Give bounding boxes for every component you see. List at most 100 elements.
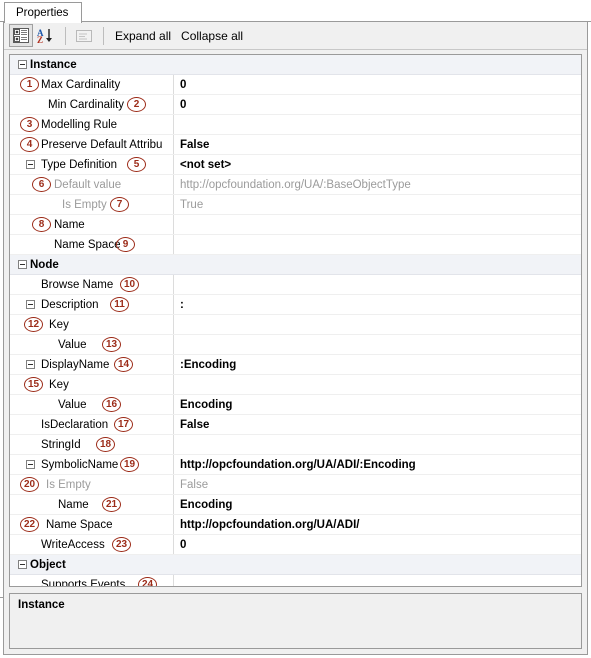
annotation-marker: 23 [112, 537, 131, 552]
property-name: Object [30, 559, 66, 571]
property-value[interactable]: <not set> [180, 155, 231, 175]
property-row[interactable]: Name Space 9 [10, 235, 581, 255]
property-name: Node [30, 259, 59, 271]
property-row[interactable]: Is Empty False 20 [10, 475, 581, 495]
property-row[interactable]: Min Cardinality 0 2 [10, 95, 581, 115]
property-row[interactable]: Name Encoding 21 [10, 495, 581, 515]
collapse-toggle-icon[interactable] [18, 560, 27, 569]
annotation-marker: 15 [24, 377, 43, 392]
annotation-marker: 5 [127, 157, 146, 172]
property-grid[interactable]: Instance Max Cardinality 0 1 Min Cardinality… [9, 54, 582, 587]
property-name: Name Space [46, 519, 113, 531]
property-name: Description [41, 299, 99, 311]
annotation-marker: 3 [20, 117, 39, 132]
property-name: Name Space [54, 239, 121, 251]
property-row[interactable]: WriteAccess 0 23 [10, 535, 581, 555]
property-row[interactable]: Max Cardinality 0 1 [10, 75, 581, 95]
annotation-marker: 21 [102, 497, 121, 512]
property-name: Is Empty [46, 479, 91, 491]
property-row[interactable]: IsDeclaration False 17 [10, 415, 581, 435]
annotation-marker: 7 [110, 197, 129, 212]
categorized-view-button[interactable] [9, 24, 33, 47]
property-value[interactable]: Encoding [180, 495, 232, 515]
property-row[interactable]: Type Definition <not set> 5 [10, 155, 581, 175]
property-row[interactable]: Supports Events 24 [10, 575, 581, 587]
property-name: Browse Name [41, 279, 114, 291]
property-name: Name [54, 219, 85, 231]
annotation-marker: 19 [120, 457, 139, 472]
property-row[interactable]: Preserve Default Attribu False 4 [10, 135, 581, 155]
property-category-row[interactable]: Node [10, 255, 581, 275]
property-value[interactable]: :Encoding [180, 355, 236, 375]
property-pages-button[interactable] [72, 24, 96, 47]
property-value[interactable]: http://opcfoundation.org/UA/ADI/ [180, 515, 360, 535]
pane-splitter-grip[interactable] [0, 597, 4, 598]
alphabetical-sort-icon: A Z [37, 28, 52, 44]
property-row[interactable]: Key 12 [10, 315, 581, 335]
categorized-view-icon [13, 28, 29, 43]
property-row[interactable]: Name Space http://opcfoundation.org/UA/AD… [10, 515, 581, 535]
alphabetical-sort-button[interactable]: A Z [34, 24, 58, 47]
properties-panel: A Z Expand all Collapse all Instance Max … [3, 22, 588, 655]
annotation-marker: 16 [102, 397, 121, 412]
property-name: Max Cardinality [41, 79, 121, 91]
property-name: Instance [30, 59, 77, 71]
property-row[interactable]: Is Empty True 7 [10, 195, 581, 215]
property-name: StringId [41, 439, 81, 451]
properties-toolbar: A Z Expand all Collapse all [4, 22, 587, 50]
collapse-toggle-icon[interactable] [26, 160, 35, 169]
collapse-toggle-icon[interactable] [26, 360, 35, 369]
collapse-toggle-icon[interactable] [26, 300, 35, 309]
property-row[interactable]: Modelling Rule 3 [10, 115, 581, 135]
property-name: Is Empty [62, 199, 107, 211]
collapse-toggle-icon[interactable] [26, 460, 35, 469]
property-category-row[interactable]: Object [10, 555, 581, 575]
property-value[interactable]: Encoding [180, 395, 232, 415]
collapse-toggle-icon[interactable] [18, 60, 27, 69]
annotation-marker: 11 [110, 297, 129, 312]
property-value[interactable]: False [180, 415, 209, 435]
property-row[interactable]: Value Encoding 16 [10, 395, 581, 415]
annotation-marker: 12 [24, 317, 43, 332]
property-row[interactable]: Default value http://opcfoundation.org/UA… [10, 175, 581, 195]
property-name: Key [49, 319, 69, 331]
property-name: Modelling Rule [41, 119, 118, 131]
property-name: Supports Events [41, 579, 126, 587]
property-value[interactable]: False [180, 135, 209, 155]
property-name: Value [58, 399, 87, 411]
property-name: Type Definition [41, 159, 118, 171]
property-row[interactable]: SymbolicName http://opcfoundation.org/UA/… [10, 455, 581, 475]
collapse-toggle-icon[interactable] [18, 260, 27, 269]
property-name: IsDeclaration [41, 419, 109, 431]
tab-properties[interactable]: Properties [4, 2, 83, 23]
description-pane: Instance [9, 593, 582, 649]
property-row[interactable]: Value 13 [10, 335, 581, 355]
property-row[interactable]: Name 8 [10, 215, 581, 235]
property-value[interactable]: 0 [180, 535, 186, 555]
annotation-marker: 22 [20, 517, 39, 532]
description-title: Instance [18, 599, 65, 611]
property-value[interactable]: True [180, 195, 203, 215]
property-value[interactable]: http://opcfoundation.org/UA/ADI/:Encodin… [180, 455, 416, 475]
property-row[interactable]: DisplayName:Encoding 14 [10, 355, 581, 375]
property-category-row[interactable]: Instance [10, 55, 581, 75]
property-row[interactable]: StringId 18 [10, 435, 581, 455]
expand-all-button[interactable]: Expand all [110, 29, 176, 43]
annotation-marker: 9 [116, 237, 135, 252]
property-row[interactable]: Key 15 [10, 375, 581, 395]
property-name: WriteAccess [41, 539, 105, 551]
property-row[interactable]: Description: 11 [10, 295, 581, 315]
tab-strip: Properties [0, 0, 591, 23]
property-value[interactable]: : [180, 295, 184, 315]
property-value[interactable]: 0 [180, 75, 186, 95]
annotation-marker: 24 [138, 577, 157, 586]
property-value[interactable]: False [180, 475, 208, 495]
property-name: Min Cardinality [48, 99, 125, 111]
property-value[interactable]: http://opcfoundation.org/UA/:BaseObjectT… [180, 175, 411, 195]
collapse-all-button[interactable]: Collapse all [176, 29, 248, 43]
property-value[interactable]: 0 [180, 95, 186, 115]
annotation-marker: 2 [127, 97, 146, 112]
property-pages-icon [75, 29, 92, 42]
annotation-marker: 20 [20, 477, 39, 492]
property-row[interactable]: Browse Name 10 [10, 275, 581, 295]
